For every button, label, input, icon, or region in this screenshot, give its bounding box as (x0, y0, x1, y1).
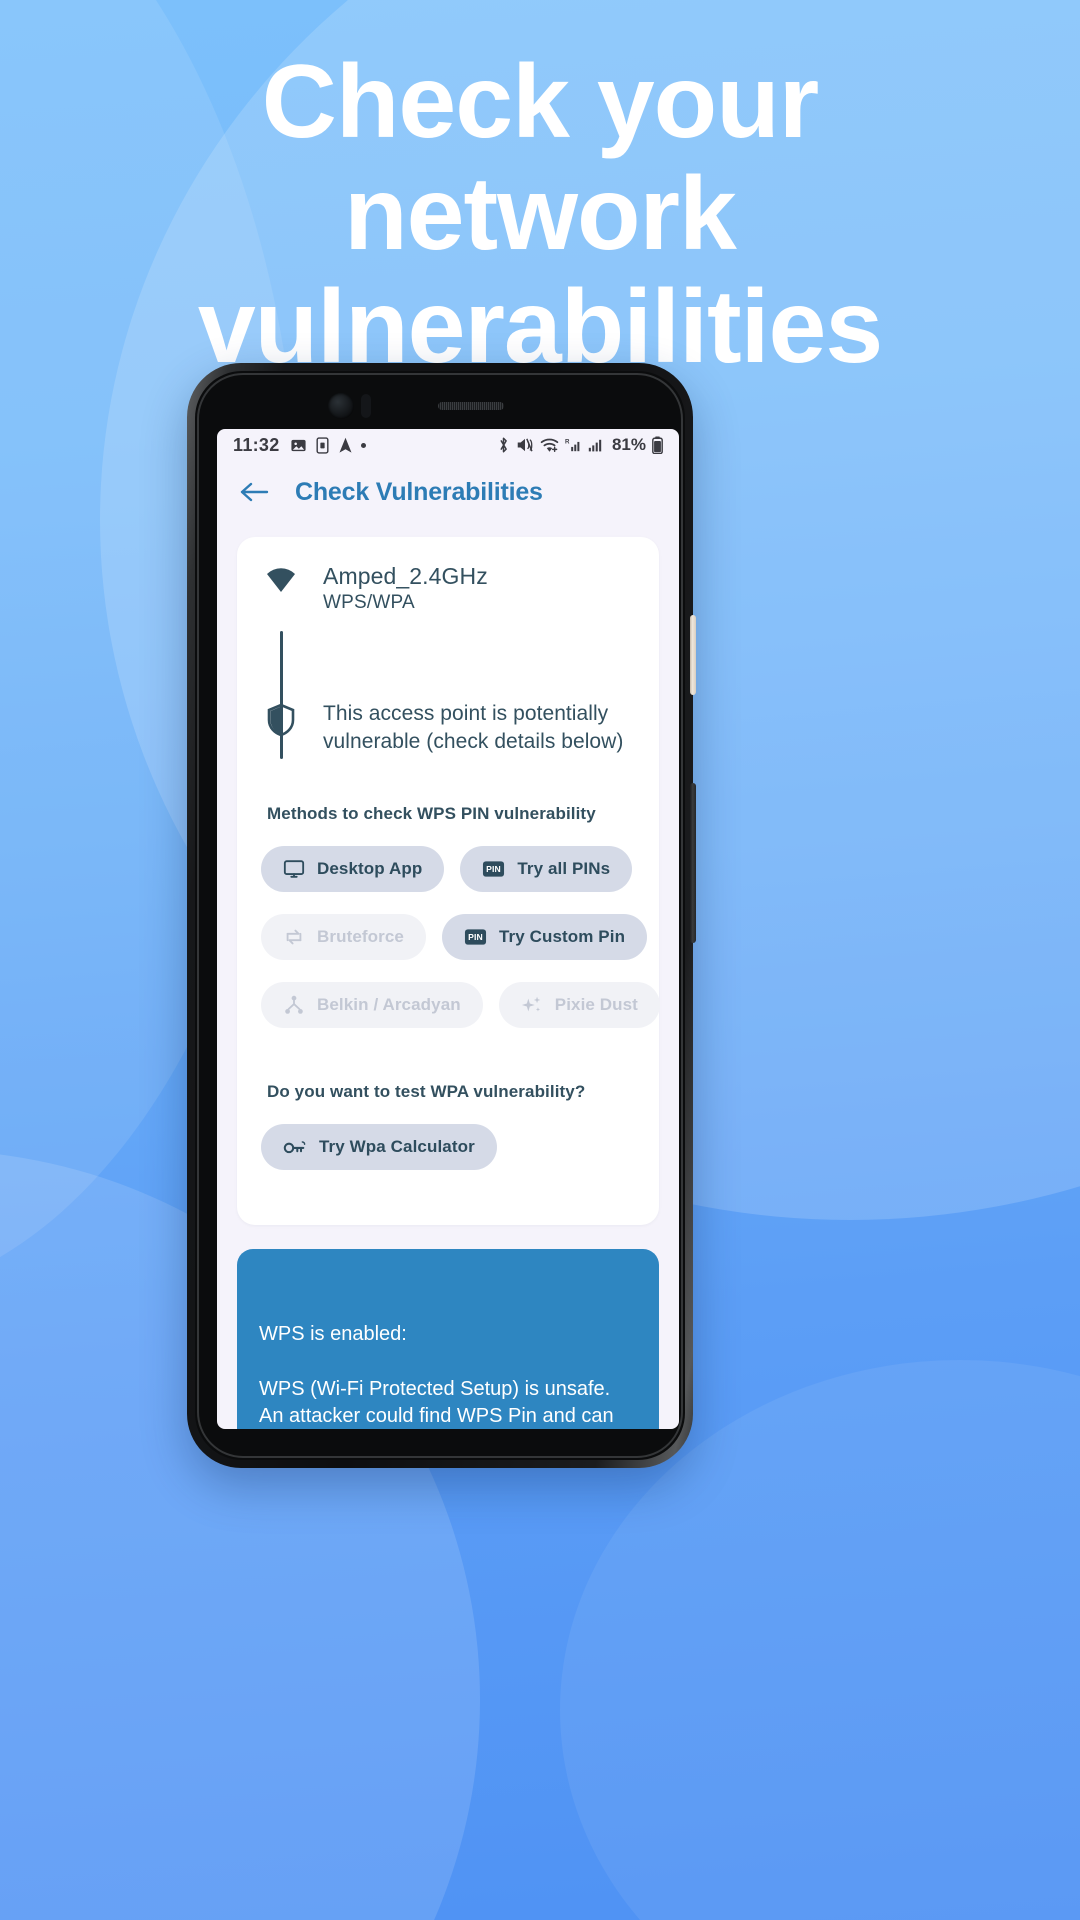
wpa-chip-row: Try Wpa Calculator (237, 1123, 659, 1170)
monitor-icon (283, 858, 305, 880)
status-bar-clock: 11:32 (233, 434, 280, 455)
volume-rocker-button[interactable] (690, 783, 696, 943)
status-bar: 11:32 R 81% (217, 429, 679, 461)
ssid-label: Amped_2.4GHz (323, 563, 488, 589)
chip-desktop-app[interactable]: Desktop App (261, 845, 445, 892)
bluetooth-icon (497, 436, 510, 454)
wifi-icon (540, 437, 559, 453)
phone-screen: 11:32 R 81% Check Vulnerabilities Amped_… (217, 429, 679, 1429)
chip-try-all-pins[interactable]: PIN Try all PINs (460, 845, 633, 892)
wps-section-title: Methods to check WPS PIN vulnerability (267, 803, 596, 823)
battery-icon (652, 436, 663, 454)
svg-text:R: R (565, 438, 570, 445)
access-point-block: Amped_2.4GHz WPS/WPA This access point i… (237, 563, 659, 759)
photo-icon (290, 437, 307, 454)
vulnerability-status-row: This access point is potentially vulnera… (261, 700, 635, 755)
volume-mute-icon (516, 437, 534, 453)
back-button[interactable] (239, 480, 269, 504)
wps-chip-row-3: Belkin / Arcadyan Pixie Dust (237, 981, 660, 1028)
navigation-icon (338, 437, 353, 454)
info-panel-heading: WPS is enabled: (259, 1323, 407, 1345)
earpiece-speaker (438, 402, 504, 410)
chip-label: Bruteforce (317, 926, 404, 946)
chip-label: Belkin / Arcadyan (317, 994, 461, 1014)
battery-percent-label: 81% (611, 435, 646, 454)
timeline-connector (280, 631, 283, 759)
app-bar: Check Vulnerabilities (217, 461, 679, 523)
chip-try-wpa-calculator[interactable]: Try Wpa Calculator (261, 1123, 497, 1170)
wifi-signal-icon (261, 563, 301, 597)
sensor-icon (361, 394, 371, 418)
vulnerability-status-text: This access point is potentially vulnera… (323, 702, 624, 753)
status-bar-left: 11:32 (233, 435, 366, 456)
svg-text:PIN: PIN (468, 932, 483, 942)
wps-chip-row-2: Bruteforce PIN Try Custom Pin (237, 913, 659, 960)
info-panel-spacer (259, 1348, 637, 1376)
chip-label: Pixie Dust (554, 994, 638, 1014)
chip-belkin-arcadyan: Belkin / Arcadyan (261, 981, 483, 1028)
wps-chip-row-1: Desktop App PIN Try all PINs (237, 845, 659, 892)
access-point-info: Amped_2.4GHz WPS/WPA (323, 563, 488, 614)
signal-roaming-icon: R (565, 437, 582, 453)
access-point-row: Amped_2.4GHz WPS/WPA (261, 563, 635, 614)
wpa-section-title: Do you want to test WPA vulnerability? (267, 1081, 586, 1101)
info-panel: WPS is enabled: WPS (Wi-Fi Protected Set… (237, 1249, 659, 1429)
sitemap-icon (283, 994, 305, 1016)
sparkle-icon (521, 994, 543, 1016)
promo-headline: Check your network vulnerabilities (197, 44, 883, 385)
chip-label: Try all PINs (517, 858, 611, 878)
chip-try-custom-pin[interactable]: PIN Try Custom Pin (441, 913, 648, 960)
sim-card-icon (315, 436, 330, 454)
page-title: Check Vulnerabilities (295, 477, 543, 506)
security-label: WPS/WPA (323, 592, 415, 614)
dot-icon (360, 442, 366, 448)
chip-label: Try Custom Pin (498, 926, 626, 946)
svg-text:PIN: PIN (486, 864, 501, 874)
chip-bruteforce: Bruteforce (261, 913, 426, 960)
signal-icon (588, 437, 604, 453)
loop-icon (283, 926, 305, 948)
phone-mockup: 11:32 R 81% Check Vulnerabilities Amped_… (187, 363, 696, 1468)
status-bar-right: R 81% (497, 435, 663, 455)
pin-badge-icon: PIN (464, 926, 487, 948)
info-panel-body: WPS (Wi-Fi Protected Setup) is unsafe. A… (259, 1378, 614, 1428)
power-button[interactable] (690, 615, 696, 695)
chip-label: Try Wpa Calculator (319, 1136, 475, 1156)
vulnerability-card: Amped_2.4GHz WPS/WPA This access point i… (237, 537, 660, 1225)
chip-pixie-dust: Pixie Dust (498, 981, 660, 1028)
front-camera-icon (328, 393, 354, 419)
key-icon (283, 1137, 307, 1157)
chip-label: Desktop App (317, 858, 423, 878)
pin-badge-icon: PIN (482, 858, 505, 880)
phone-bezel: 11:32 R 81% Check Vulnerabilities Amped_… (195, 371, 685, 1460)
